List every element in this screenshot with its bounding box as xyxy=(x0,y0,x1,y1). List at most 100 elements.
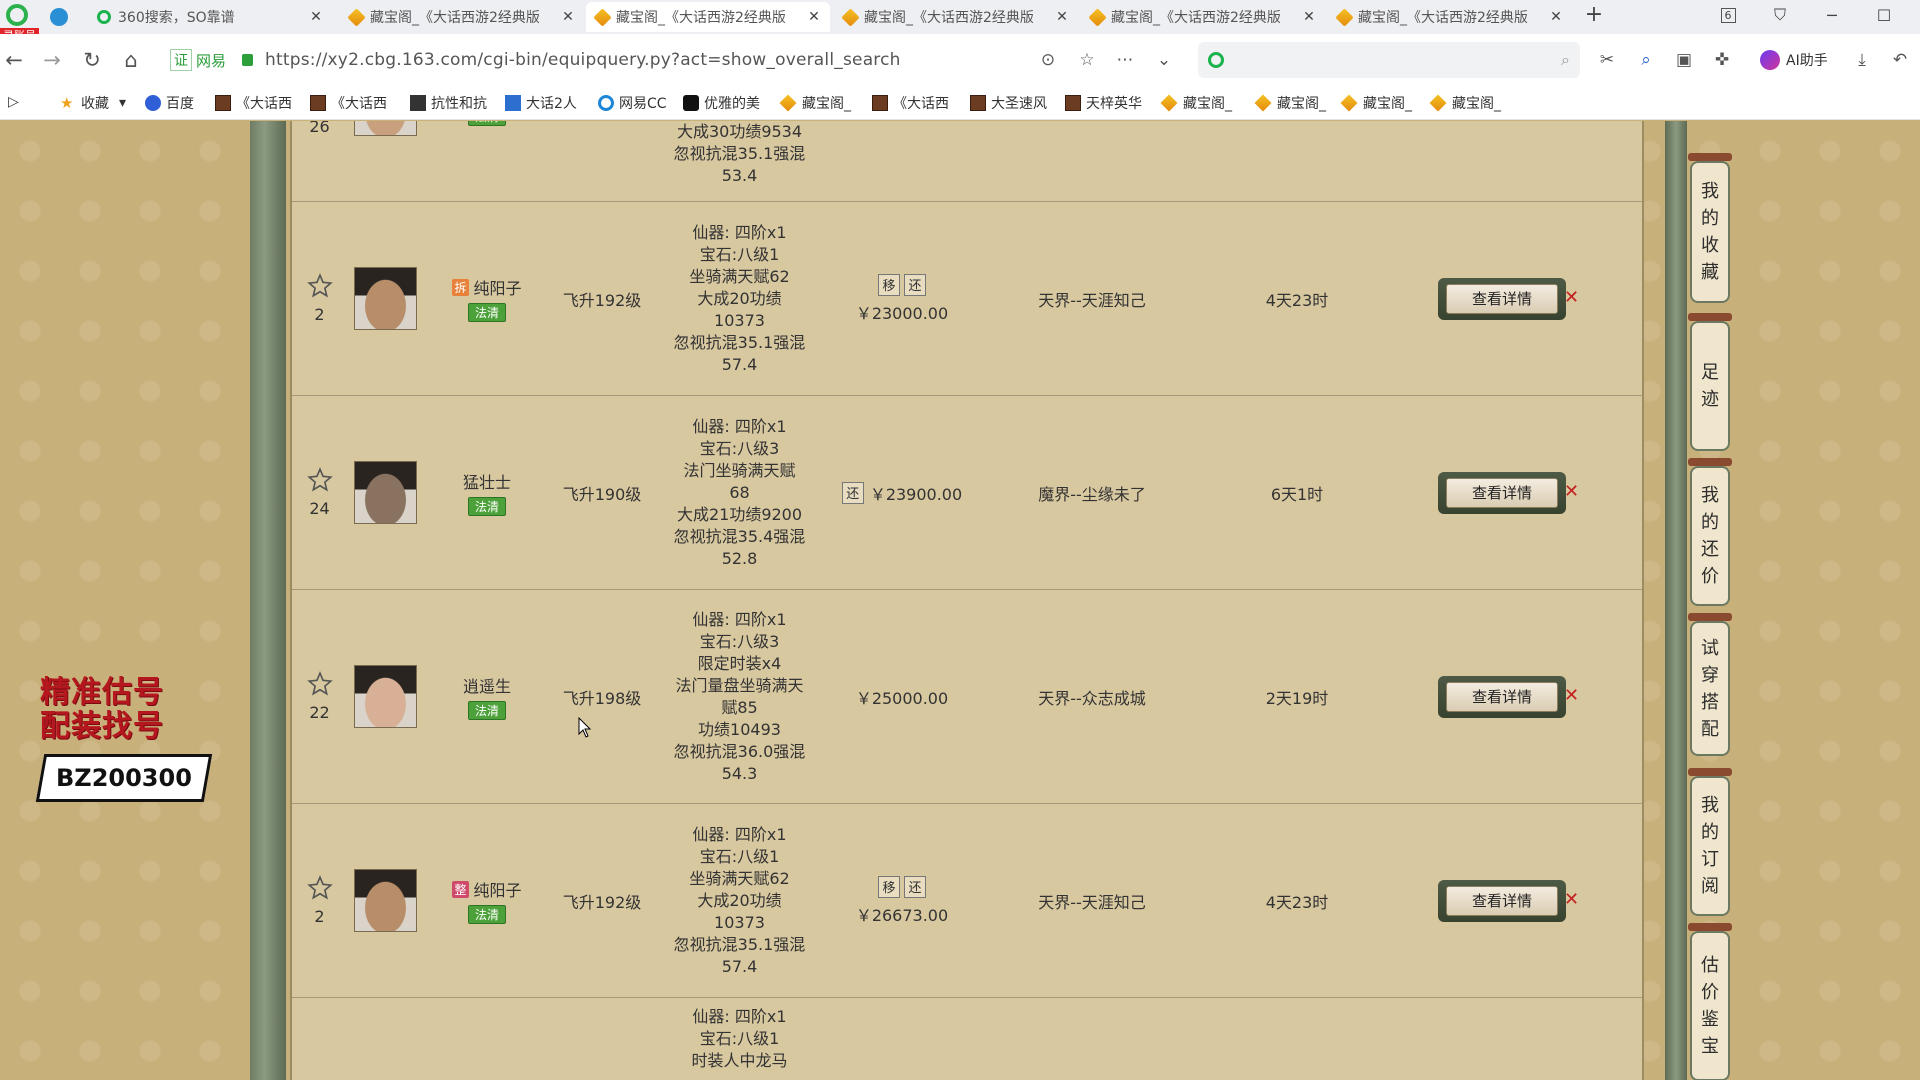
bookmark-item[interactable]: 大圣速风 xyxy=(970,92,1047,114)
view-details-button[interactable]: 查看详情 ✕ xyxy=(1438,675,1579,718)
summary-line: 宝石:八级3 xyxy=(699,631,780,651)
telegram-icon[interactable] xyxy=(50,8,68,26)
role-name[interactable]: 纯阳子 xyxy=(474,877,522,901)
tab-bar: 录账号 360搜索，SO靠谱✕藏宝阁_《大话西游2经典版✕藏宝阁_《大话西游2经… xyxy=(0,0,1920,43)
more-icon[interactable]: ⋯ xyxy=(1113,48,1137,72)
bookmark-item[interactable]: 藏宝阁_ xyxy=(1254,92,1326,114)
tab-3[interactable]: 藏宝阁_《大话西游2经典版 ✕ xyxy=(586,2,830,32)
search-icon[interactable]: ⌕ xyxy=(1561,50,1570,70)
tab-4[interactable]: 藏宝阁_《大话西游2经典版 ✕ xyxy=(834,2,1078,32)
close-icon[interactable]: ✕ xyxy=(1054,9,1070,25)
new-tab-button[interactable]: + xyxy=(1580,2,1608,30)
side-nav-item[interactable]: 足迹 xyxy=(1690,321,1730,451)
character-avatar[interactable] xyxy=(353,267,417,330)
view-details-button[interactable]: 查看详情 ✕ xyxy=(1438,471,1579,514)
back-icon[interactable]: ← xyxy=(0,46,28,74)
search-input[interactable]: ⌕ xyxy=(1198,42,1580,78)
bookmark-item[interactable]: 藏宝阁_ xyxy=(1429,92,1501,114)
summary-line: 宝石:八级3 xyxy=(699,438,780,458)
bookmark-item[interactable]: 优雅的美 xyxy=(683,92,760,114)
chevron-down-icon[interactable]: ▾ xyxy=(119,95,126,111)
maximize-icon[interactable]: ☐ xyxy=(1864,0,1904,30)
close-icon[interactable]: ✕ xyxy=(560,9,576,25)
gem-icon xyxy=(1340,94,1358,112)
bookmark-item[interactable]: 藏宝阁_ xyxy=(779,92,851,114)
role-name[interactable]: 猛壮士 xyxy=(463,469,511,493)
side-nav-item[interactable]: 试穿搭配 xyxy=(1690,621,1730,756)
class-tag: 法清 xyxy=(467,121,506,126)
red-knot-icon: ✕ xyxy=(1564,480,1580,502)
bookmark-item[interactable]: 藏宝阁_ xyxy=(1340,92,1412,114)
side-nav-item[interactable]: 我的收藏 xyxy=(1690,161,1730,303)
tab-2[interactable]: 藏宝阁_《大话西游2经典版 ✕ xyxy=(340,2,584,32)
level-cell: 飞升190级 xyxy=(562,484,642,504)
tab-5[interactable]: 藏宝阁_《大话西游2经典版 ✕ xyxy=(1081,2,1325,32)
undo-icon[interactable]: ↶ xyxy=(1888,48,1912,72)
search360-icon xyxy=(96,9,112,25)
tab-1[interactable]: 360搜索，SO靠谱 ✕ xyxy=(88,2,332,32)
role-name[interactable]: 纯阳子 xyxy=(474,275,522,299)
side-nav-char: 我 xyxy=(1701,181,1719,202)
side-nav-item[interactable]: 我的订阅 xyxy=(1690,776,1730,916)
character-avatar[interactable] xyxy=(353,121,417,136)
bookmark-item[interactable]: 抗性和抗 xyxy=(410,92,487,114)
location-icon[interactable]: ⊙ xyxy=(1036,48,1060,72)
close-icon[interactable]: ✕ xyxy=(806,9,822,25)
minimize-icon[interactable]: ─ xyxy=(1812,0,1852,30)
forward-icon[interactable]: → xyxy=(38,46,66,74)
close-icon[interactable]: ✕ xyxy=(308,9,324,25)
find-icon[interactable]: ⌕ xyxy=(1634,48,1658,72)
bookmark-star-icon[interactable]: ☆ xyxy=(1075,48,1099,72)
sidebar-toggle-icon[interactable]: ▷ xyxy=(8,94,19,110)
character-avatar[interactable] xyxy=(353,461,417,524)
url-text[interactable]: https://xy2.cbg.163.com/cgi-bin/equipque… xyxy=(265,50,901,70)
role-name-line: 猛壮士 xyxy=(463,469,511,493)
view-details-button[interactable]: 查看详情 ✕ xyxy=(1438,277,1579,320)
chevron-down-icon[interactable]: ⌄ xyxy=(1152,48,1176,72)
reload-icon[interactable]: ↻ xyxy=(78,46,106,74)
price-tag-group: 还 xyxy=(841,481,864,504)
skin-icon[interactable]: ⛉ xyxy=(1760,0,1800,30)
extensions-icon[interactable]: ✜ xyxy=(1710,48,1734,72)
character-avatar[interactable] xyxy=(353,665,417,728)
star-outline-icon[interactable] xyxy=(306,273,333,299)
bookmark-item[interactable]: 《大话西 xyxy=(310,92,387,114)
side-nav-item[interactable]: 估价鉴宝 xyxy=(1690,931,1730,1080)
url-field[interactable]: 证 网易 https://xy2.cbg.163.com/cgi-bin/equ… xyxy=(160,42,1185,78)
star-icon: ★ xyxy=(60,94,74,112)
bookmark-item[interactable]: 网易CC xyxy=(598,92,667,114)
time-left-cell: 2天19时 xyxy=(1265,688,1329,708)
promo-code: BZ200300 xyxy=(56,764,192,792)
browser-logo-icon[interactable] xyxy=(6,4,28,26)
side-nav-char: 搭 xyxy=(1701,691,1719,713)
tab-count-icon[interactable]: 6 xyxy=(1708,0,1748,30)
bookmark-item[interactable]: ★ 收藏 ▾ xyxy=(60,92,126,114)
download-icon[interactable]: ⤓ xyxy=(1850,48,1874,72)
scissors-icon[interactable]: ✂ xyxy=(1595,48,1619,72)
side-nav-char: 配 xyxy=(1701,718,1719,740)
side-nav-char: 藏 xyxy=(1701,262,1719,283)
bookmark-item[interactable]: 《大话西 xyxy=(872,92,949,114)
star-outline-icon[interactable] xyxy=(306,875,333,901)
bookmark-item[interactable]: 藏宝阁_ xyxy=(1160,92,1232,114)
bookmark-item[interactable]: 百度 xyxy=(145,92,194,114)
view-details-button[interactable]: 查看详情 ✕ xyxy=(1438,879,1579,922)
character-avatar[interactable] xyxy=(353,869,417,932)
close-icon[interactable]: ✕ xyxy=(1548,9,1564,25)
action-cell: 查看详情 ✕ xyxy=(1422,396,1582,589)
favorite-count: 24 xyxy=(309,499,330,518)
ai-assistant-button[interactable]: AI助手 xyxy=(1760,47,1828,73)
close-icon[interactable]: ✕ xyxy=(1301,9,1317,25)
bookmark-item[interactable]: 天梓英华 xyxy=(1065,92,1142,114)
side-nav-item[interactable]: 我的还价 xyxy=(1690,466,1730,606)
bookmark-item[interactable]: 《大话西 xyxy=(215,92,292,114)
star-outline-icon[interactable] xyxy=(306,467,333,493)
tab-6[interactable]: 藏宝阁_《大话西游2经典版 ✕ xyxy=(1328,2,1572,32)
bookmark-item[interactable]: 大话2人 xyxy=(505,92,577,114)
window-icon[interactable]: ▣ xyxy=(1672,48,1696,72)
home-icon[interactable]: ⌂ xyxy=(117,46,145,74)
side-nav-cap xyxy=(1688,768,1732,776)
star-outline-icon[interactable] xyxy=(306,671,333,697)
role-name[interactable]: 逍遥生 xyxy=(463,673,511,697)
price-cell: 移还 ￥23000.00 xyxy=(822,202,982,395)
